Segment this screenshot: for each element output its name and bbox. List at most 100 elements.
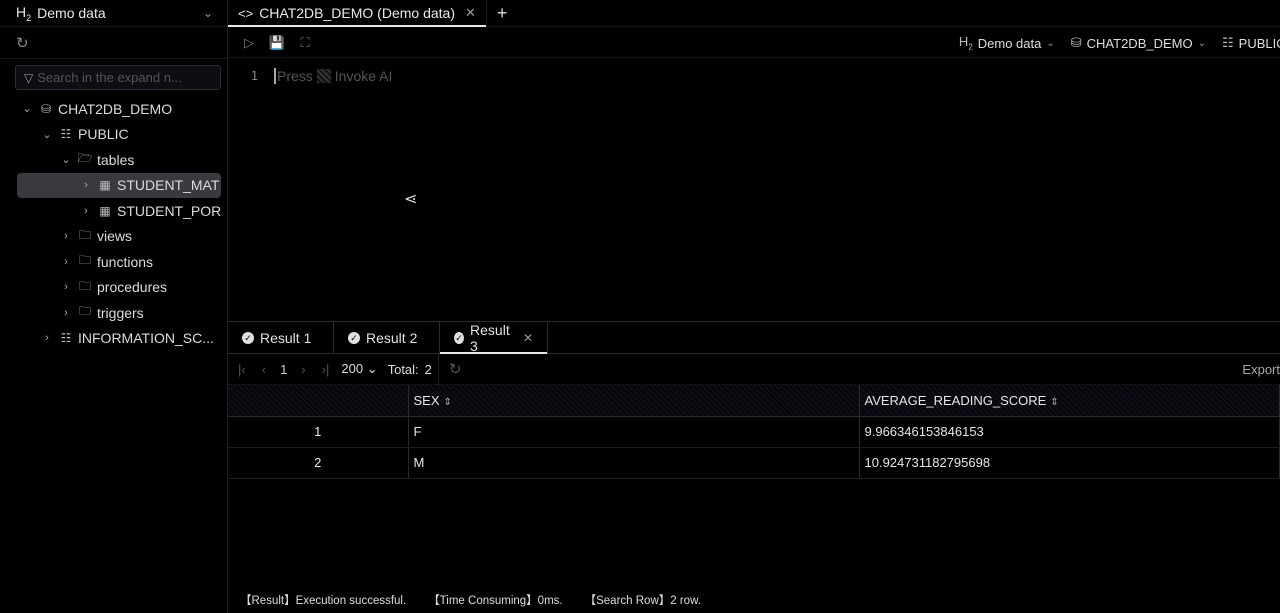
chevron-right-icon[interactable]: › [59,230,73,242]
export-button[interactable]: Export [1242,362,1280,377]
tree-item-label: functions [97,253,154,270]
editor-line: 1 Press Invoke AI [228,65,1280,87]
table-row[interactable]: 1 F 9.966346153846153 [228,416,1280,448]
tree-search-input[interactable] [37,70,208,85]
refresh-icon[interactable]: ↻ [449,360,462,378]
column-header-average-reading-score[interactable]: AVERAGE_READING_SCORE ⇕ [859,385,1280,417]
cell-average-reading-score[interactable]: 9.966346153846153 [859,416,1280,448]
page-size-select[interactable]: 200 ⌄ [341,361,377,377]
result-table: SEX ⇕ AVERAGE_READING_SCORE ⇕ 1 F 9.966346… [228,385,1280,479]
first-page-button[interactable]: |‹ [238,362,246,377]
chevron-right-icon[interactable]: › [79,179,93,191]
tree-item-label: STUDENT_POR [117,202,222,219]
next-page-button[interactable]: › [301,362,305,377]
chevron-down-icon[interactable]: ⌄ [40,128,54,141]
text-cursor-icon: ⋖ [404,191,418,208]
sort-icon[interactable]: ⇕ [444,397,452,408]
check-circle-icon: ✓ [242,331,254,344]
tree-item-public[interactable]: ⌄ ☷ PUBLIC [0,122,227,148]
sort-icon[interactable]: ⇕ [1050,397,1058,408]
tab-chat2db-demo[interactable]: <> CHAT2DB_DEMO (Demo data) ✕ [228,0,487,27]
close-icon[interactable]: ✕ [465,5,476,21]
status-rows: 【Search Row】2 row. [584,594,701,607]
connection-context: H2 Demo data ⌄ ⛁ CHAT2DB_DEMO ⌄ ☷ PUBLIC [959,28,1280,58]
save-button[interactable]: 💾 [264,35,290,51]
column-header-sex[interactable]: SEX ⇕ [408,385,860,417]
cell-average-reading-score[interactable]: 10.924731182795698 [859,447,1280,479]
chevron-right-icon[interactable]: › [59,256,73,268]
result-tab-label: Result 1 [260,329,312,346]
folder-icon: 🗀 [78,253,91,268]
play-icon: ▷ [244,34,254,50]
editor-tabbar: <> CHAT2DB_DEMO (Demo data) ✕ + [228,0,1280,27]
result-tab-label: Result 3 [470,321,510,354]
datasource-select[interactable]: H2 Demo data ⌄ [0,0,227,27]
chevron-down-icon: ⌄ [1046,37,1055,49]
cell-sex[interactable]: M [408,447,860,479]
tree-item-label: procedures [97,279,168,296]
chevron-right-icon[interactable]: › [79,205,93,217]
row-index: 1 [228,416,409,448]
chevron-right-icon[interactable]: › [40,332,54,344]
sql-editor[interactable]: 1 Press Invoke AI ⋖ [228,59,1280,321]
table-row[interactable]: 2 M 10.924731182795698 [228,447,1280,479]
schema-icon: ☷ [60,127,72,142]
pagination-bar: |‹ ‹ 1 › ›| 200 ⌄ Total: 2 ↻ Export [228,353,1280,385]
last-page-button[interactable]: ›| [322,362,330,377]
current-page: 1 [280,361,288,377]
format-icon: ⛶ [300,34,310,50]
database-icon: ⛁ [1070,35,1082,50]
status-bar: 【Result】Execution successful. 【Time Cons… [228,586,1280,613]
datasource-name: Demo data [37,5,106,21]
total-count: 2 [424,361,432,377]
chevron-down-icon[interactable]: ⌄ [59,153,73,166]
table-header-row: SEX ⇕ AVERAGE_READING_SCORE ⇕ [228,385,1280,417]
database-tree: ⌄ ⛁ CHAT2DB_DEMO ⌄ ☷ PUBLIC ⌄ 🗁 tables ›… [0,96,227,351]
schema-icon: ☷ [1222,35,1234,50]
folder-icon: 🗀 [78,227,91,242]
tree-item-triggers[interactable]: › 🗀 triggers [0,300,227,326]
run-button[interactable]: ▷ [236,35,262,51]
tree-item-views[interactable]: › 🗀 views [0,224,227,250]
folder-open-icon: 🗁 [77,151,93,166]
schema-context-select[interactable]: ☷ PUBLIC [1222,35,1280,51]
line-number: 1 [250,69,258,83]
tree-item-label: views [97,228,133,245]
tree-item-label: tables [97,151,135,168]
table-icon: ▦ [99,203,111,218]
tree-item-student-mat[interactable]: › ▦ STUDENT_MAT [0,172,227,199]
datasource-context-select[interactable]: H2 Demo data ⌄ [959,34,1055,52]
tree-search[interactable]: ▽ [15,65,221,90]
database-context-select[interactable]: ⛁ CHAT2DB_DEMO ⌄ [1071,35,1206,51]
tree-item-functions[interactable]: › 🗀 functions [0,249,227,275]
cell-sex[interactable]: F [408,416,860,448]
schema-context-label: PUBLIC [1238,35,1280,51]
tab-result-1[interactable]: ✓ Result 1 [228,322,334,353]
tree-item-chat2db-demo[interactable]: ⌄ ⛁ CHAT2DB_DEMO [0,96,227,122]
tab-result-3[interactable]: ✓ Result 3 ✕ [440,321,548,354]
editor-placeholder: Press Invoke AI [274,68,392,84]
tree-item-student-por[interactable]: › ▦ STUDENT_POR [0,198,227,224]
close-icon[interactable]: ✕ [523,331,533,345]
tree-item-tables[interactable]: ⌄ 🗁 tables [0,147,227,173]
sidebar-actions: ↻ [0,27,227,59]
keyboard-shortcut-icon [316,69,331,83]
results-panel: ✓ Result 1 ✓ Result 2 ✓ Result 3 ✕ |‹ ‹ … [228,321,1280,613]
datasource-context-label: Demo data [977,35,1042,51]
tab-result-2[interactable]: ✓ Result 2 [334,322,440,353]
refresh-icon[interactable]: ↻ [16,34,29,52]
chevron-down-icon[interactable]: ⌄ [20,102,34,115]
tree-item-procedures[interactable]: › 🗀 procedures [0,275,227,301]
divider [437,353,439,385]
add-tab-button[interactable]: + [487,0,518,26]
plus-icon: + [496,2,508,23]
schema-icon: ☷ [60,331,72,346]
chevron-right-icon[interactable]: › [59,307,73,319]
tree-item-information-schema[interactable]: › ☷ INFORMATION_SC... [0,326,227,352]
format-button[interactable]: ⛶ [292,35,318,51]
prev-page-button[interactable]: ‹ [262,362,266,377]
chevron-right-icon[interactable]: › [59,281,73,293]
editor-toolbar: ▷ 💾 ⛶ H2 Demo data ⌄ ⛁ CHAT2DB_DEMO ⌄ ☷ … [228,28,1280,58]
row-index: 2 [228,447,409,479]
chevron-down-icon: ⌄ [202,6,213,20]
